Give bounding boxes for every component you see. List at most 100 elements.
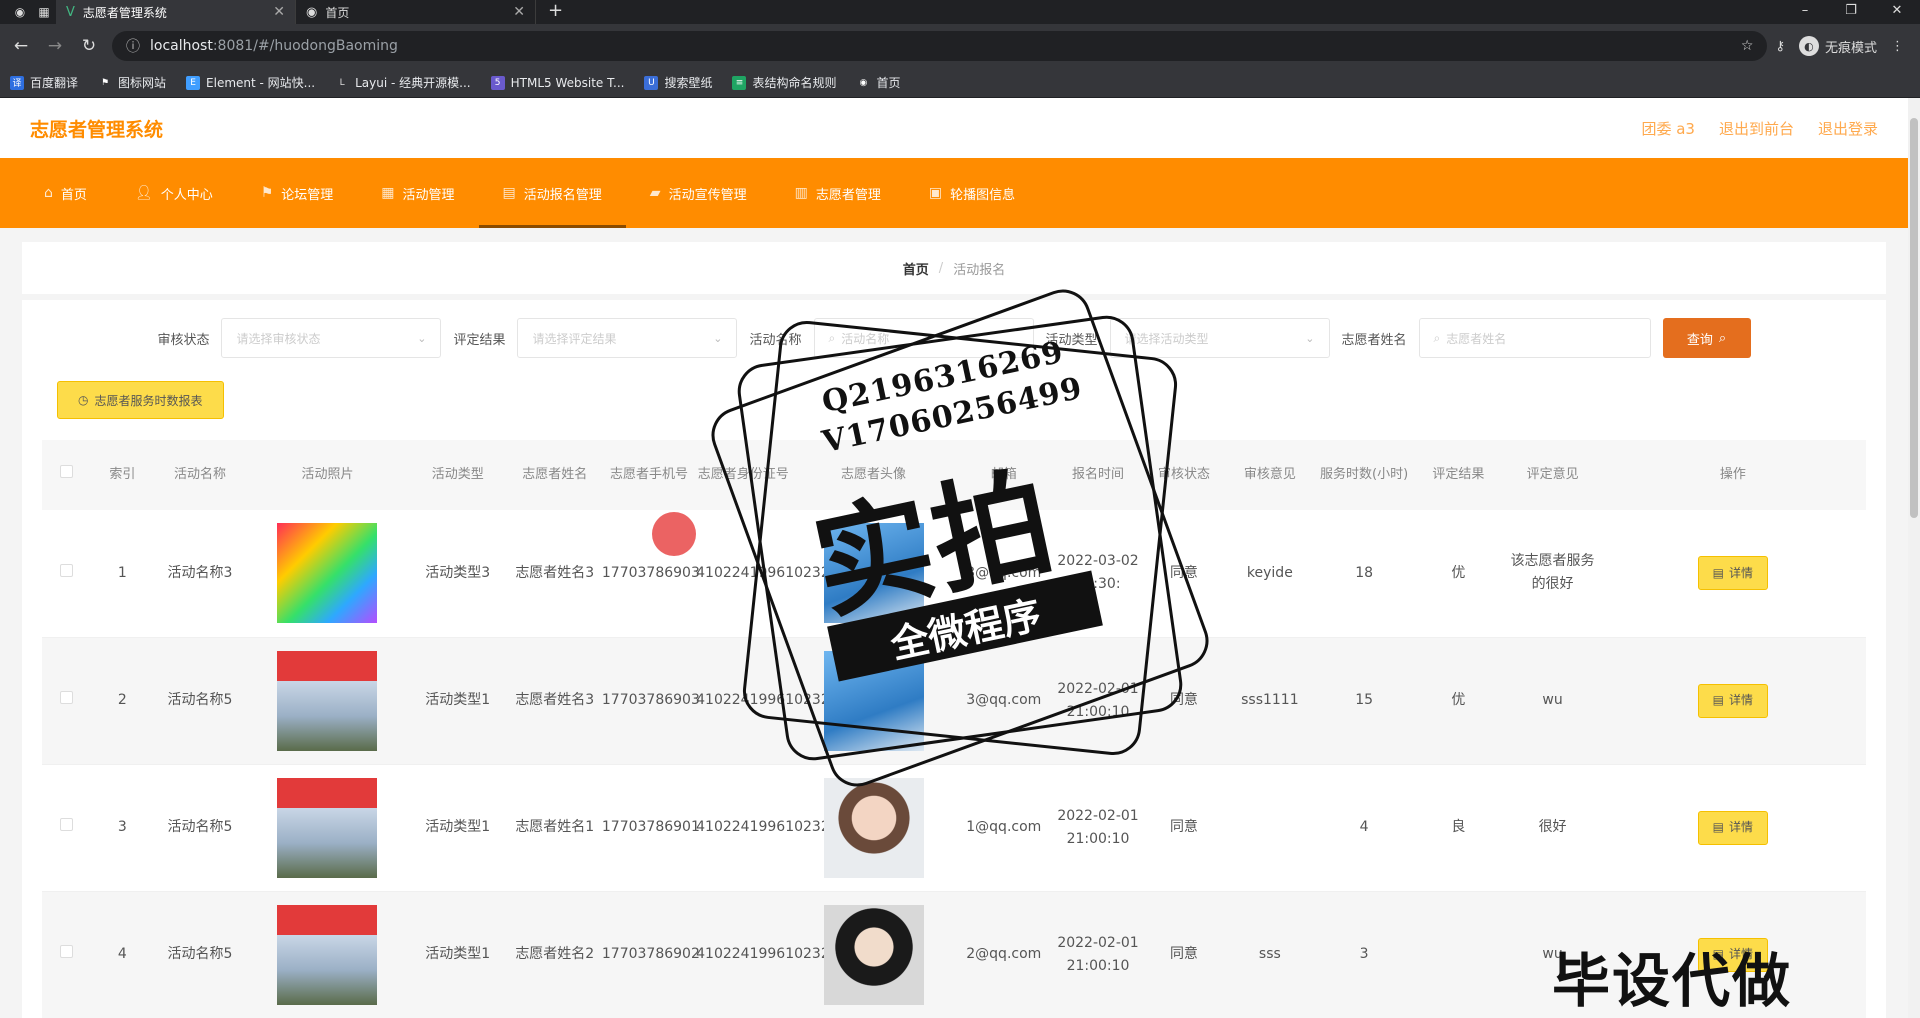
bookmark-item[interactable]: L Layui - 经典开源模... [335,74,471,91]
back-icon[interactable]: ← [6,36,36,56]
bookmark-item[interactable]: U 搜索壁纸 [644,74,712,91]
volunteer-name-input[interactable]: ⌕ 志愿者姓名 [1418,318,1651,358]
close-tab-icon[interactable]: ✕ [513,4,525,20]
scrollbar-thumb[interactable] [1910,118,1918,518]
cell-idno: 410224199610232002 [696,891,856,1018]
key-icon[interactable]: ⚷ [1775,39,1785,54]
detail-button[interactable]: ▤ 详情 [1697,683,1769,718]
incognito-icon: ◐ [1798,36,1819,56]
bookmark-star-icon[interactable]: ☆ [1741,38,1754,54]
row-checkbox[interactable] [60,691,74,704]
flag-icon: ⚑ [260,185,274,201]
activity-photo[interactable] [277,650,378,751]
browser-tab[interactable]: ◉ 首页 ✕ [296,0,536,24]
activity-photo[interactable] [277,523,378,624]
close-tab-icon[interactable]: ✕ [273,4,285,20]
cell-comment: 该志愿者服务的很好 [1505,510,1600,638]
incognito-indicator[interactable]: ◐ 无痕模式 [1798,36,1877,56]
action-cell: ▤ 详情 [1599,510,1866,638]
logout-link[interactable]: 退出登录 [1818,118,1878,139]
row-checkbox[interactable] [60,818,74,831]
select-all-header[interactable] [42,440,92,510]
new-tab-button[interactable]: + [536,0,575,24]
translate-icon: 译 [10,75,24,90]
audit-status-select[interactable]: 请选择审核状态 ⌄ [221,318,442,358]
menu-item-promotion[interactable]: ▰ 活动宣传管理 [626,158,771,228]
row-select-cell[interactable] [42,764,92,892]
menu-item-carousel[interactable]: ▣ 轮播图信息 [905,158,1039,228]
html5-icon: 5 [490,75,505,90]
more-menu-icon[interactable]: ⋮ [1891,39,1904,54]
search-icon: ⌕ [828,330,836,345]
minimize-icon[interactable]: – [1782,0,1828,24]
current-user-link[interactable]: 团委 a3 [1641,118,1695,139]
cell-vname: 志愿者姓名3 [507,637,602,765]
menu-item-profile[interactable]: 👤︎ 个人中心 [111,158,237,228]
cell-time: 2022-02-01 21:00:10 [1050,637,1146,765]
menu-item-forum[interactable]: ⚑ 论坛管理 [237,158,358,228]
frontend-link[interactable]: 退出到前台 [1719,118,1794,139]
volunteer-avatar[interactable] [823,904,924,1005]
row-select-cell[interactable] [42,510,92,638]
cell-comment: wu [1505,637,1600,765]
activity-name-input[interactable]: ⌕ 活动名称 [813,318,1034,358]
cell-result: 优 [1411,637,1506,765]
bookmark-item[interactable]: ≡ 表结构命名规则 [732,74,836,91]
cell-result: 优 [1411,510,1506,638]
query-button[interactable]: 查询 ⌕ [1662,318,1751,358]
menu-item-home[interactable]: ⌂ 首页 [20,158,111,228]
cell-email: 1@qq.com [956,764,1051,892]
cell-vname: 志愿者姓名3 [507,510,602,638]
watermark-text: 毕设代做 [1552,947,1793,1015]
people-icon: ▥ [794,185,808,201]
breadcrumb-home[interactable]: 首页 [903,259,929,278]
column-header: 服务时数(小时) [1316,440,1412,510]
cell-type: 活动类型1 [407,764,508,892]
close-window-icon[interactable]: ✕ [1874,0,1920,24]
cell-audit: 同意 [1145,510,1223,638]
activity-photo[interactable] [277,904,378,1005]
bookmark-item[interactable]: 译百度翻译 [10,74,78,91]
menu-item-volunteer[interactable]: ▥ 志愿者管理 [771,158,905,228]
column-header: 志愿者姓名 [507,440,602,510]
tab-title: 首页 [325,5,350,20]
cell-hours: 18 [1316,510,1412,638]
bookmarks-bar: 译百度翻译 ⚑ 图标网站 E Element - 网站快... L Layui - 经… [0,68,1920,98]
window-controls: – ❐ ✕ [1782,0,1920,24]
volunteer-name-label: 志愿者姓名 [1341,332,1407,348]
browser-menu-icon[interactable]: ◉ [8,0,32,24]
forward-icon[interactable]: → [40,36,70,56]
user-icon: 👤︎ [134,185,153,201]
bookmark-item[interactable]: 5 HTML5 Website T... [490,75,624,90]
reload-icon[interactable]: ↻ [74,36,104,56]
rating-select[interactable]: 请选择评定结果 ⌄ [517,318,738,358]
detail-button[interactable]: ▤ 详情 [1697,556,1769,591]
bookmark-item[interactable]: ⚑ 图标网站 [98,74,166,91]
volunteer-avatar[interactable] [823,777,924,878]
bookmark-item[interactable]: ◉ 首页 [856,74,901,91]
service-hours-report-button[interactable]: ◷ 志愿者服务时数报表 [57,381,224,419]
cell-type: 活动类型1 [407,637,508,765]
restore-icon[interactable]: ❐ [1828,0,1874,24]
cell-audit: 同意 [1145,891,1223,1018]
bookmark-item[interactable]: E Element - 网站快... [186,74,315,91]
row-select-cell[interactable] [42,891,92,1018]
menu-item-registration[interactable]: ▤ 活动报名管理 [478,158,627,228]
info-icon[interactable]: ⓘ [126,36,140,56]
activity-type-select[interactable]: 请选择活动类型 ⌄ [1109,318,1330,358]
volunteer-avatar[interactable] [823,523,924,624]
url-input[interactable]: ⓘ localhost:8081/#/huodongBaoming ☆ [112,31,1768,61]
volunteer-avatar[interactable] [823,650,924,751]
row-checkbox[interactable] [60,945,74,958]
tab-search-icon[interactable]: ▦ [32,0,56,24]
row-select-cell[interactable] [42,637,92,765]
row-checkbox[interactable] [60,563,74,577]
select-all-checkbox[interactable] [60,465,74,478]
menu-item-activity[interactable]: ▦ 活动管理 [357,158,478,228]
browser-tab-active[interactable]: V 志愿者管理系统 ✕ [56,0,296,24]
cell-phone: 17703786903 [601,637,700,765]
flag-icon: ⚑ [100,77,110,88]
detail-button[interactable]: ▤ 详情 [1697,810,1769,845]
activity-photo[interactable] [277,777,378,878]
page-scrollbar[interactable] [1908,98,1920,1018]
